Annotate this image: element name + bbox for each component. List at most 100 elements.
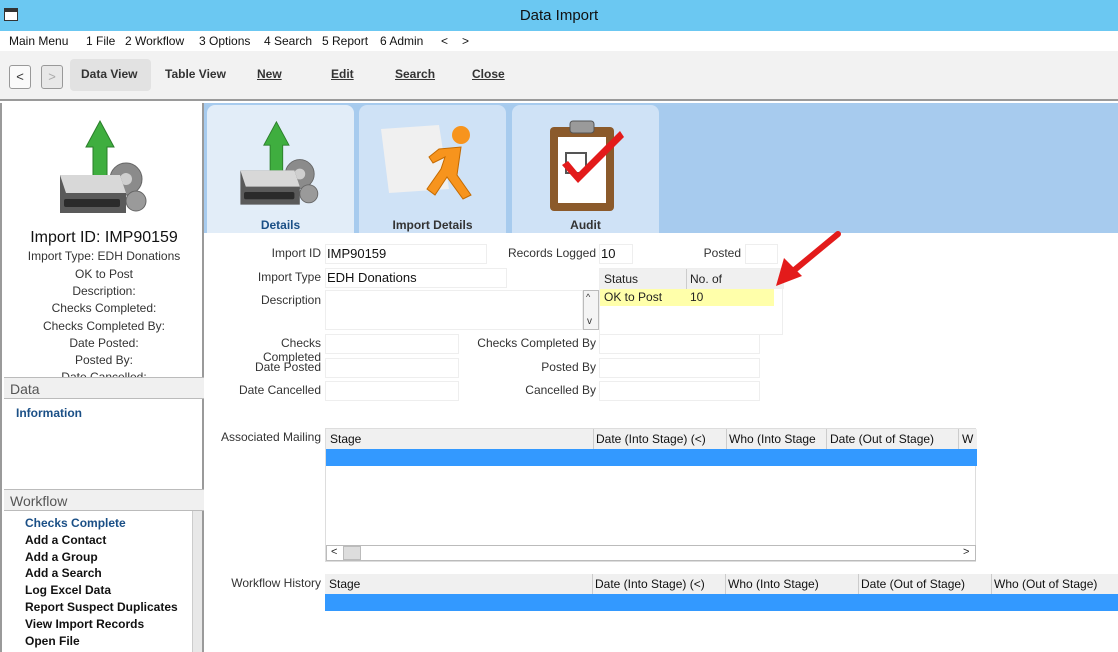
workflow-item-view-import-records[interactable]: View Import Records: [25, 617, 144, 631]
toolbar: < > Data View Table View New Edit Search…: [0, 51, 1118, 101]
data-section-header[interactable]: Data: [4, 377, 204, 399]
menu-scroll-right[interactable]: >: [462, 34, 469, 48]
workflow-item-checks-complete[interactable]: Checks Complete: [25, 516, 126, 530]
posted-by-field[interactable]: [599, 358, 760, 378]
forward-button[interactable]: >: [41, 65, 63, 89]
menu-main-menu[interactable]: Main Menu: [9, 34, 68, 48]
workflow-history-grid[interactable]: Stage Date (Into Stage) (<) Who (Into St…: [325, 574, 1118, 652]
status-row[interactable]: OK to Post 10: [600, 289, 774, 306]
summary-posted-by: Posted By:: [74, 353, 134, 367]
information-link[interactable]: Information: [16, 406, 82, 420]
menu-admin[interactable]: 6 Admin: [380, 34, 423, 48]
import-type-label: Import Type: [257, 270, 321, 284]
col-stage[interactable]: Stage: [329, 577, 360, 591]
tab-details[interactable]: Details: [207, 105, 354, 233]
import-id-label: Import ID: [271, 246, 321, 260]
workflow-item-log-excel-data[interactable]: Log Excel Data: [25, 583, 111, 597]
count-col-header[interactable]: No. of: [690, 272, 722, 286]
import-id-title: Import ID: IMP90159: [30, 229, 178, 246]
menu-workflow[interactable]: 2 Workflow: [125, 34, 184, 48]
date-posted-label: Date Posted: [254, 360, 321, 374]
menu-file[interactable]: 1 File: [86, 34, 115, 48]
status-col-header[interactable]: Status: [604, 272, 638, 286]
horizontal-scrollbar[interactable]: < >: [326, 545, 976, 561]
import-type-field[interactable]: EDH Donations: [325, 268, 507, 288]
workflow-section-header[interactable]: Workflow: [4, 489, 204, 511]
column-divider: [686, 269, 687, 289]
tab-import-details[interactable]: Import Details: [359, 105, 506, 233]
summary-checks-completed: Checks Completed:: [51, 301, 157, 315]
menu-report[interactable]: 5 Report: [322, 34, 368, 48]
menu-search[interactable]: 4 Search: [264, 34, 312, 48]
col-date-into-stage[interactable]: Date (Into Stage) (<): [596, 432, 706, 446]
import-id-field[interactable]: IMP90159: [325, 244, 487, 264]
window-title: Data Import: [519, 7, 599, 24]
summary-date-posted: Date Posted:: [69, 336, 139, 350]
checks-completed-by-field[interactable]: [599, 334, 760, 354]
associated-mailing-grid[interactable]: Stage Date (Into Stage) (<) Who (Into St…: [325, 428, 977, 562]
cancelled-by-label: Cancelled By: [525, 383, 596, 397]
col-date-out-stage[interactable]: Date (Out of Stage): [830, 432, 934, 446]
menu-options[interactable]: 3 Options: [199, 34, 250, 48]
summary-status: OK to Post: [74, 267, 134, 281]
posted-label: Posted: [703, 246, 741, 260]
running-man-icon: [381, 125, 472, 200]
selected-row[interactable]: [325, 594, 1118, 611]
tab-audit-label: Audit: [570, 218, 601, 232]
date-cancelled-label: Date Cancelled: [238, 383, 321, 397]
summary-panel: Import ID: IMP90159 Import Type: EDH Don…: [0, 103, 204, 652]
scroll-down-icon[interactable]: v: [587, 316, 592, 327]
back-button[interactable]: <: [9, 65, 31, 89]
scroll-up-icon[interactable]: ^: [586, 292, 590, 302]
menu-scroll-left[interactable]: <: [441, 34, 448, 48]
col-who-out-stage[interactable]: W: [962, 432, 973, 446]
col-who-into-stage[interactable]: Who (Into Stage): [728, 577, 819, 591]
workflow-scrollbar[interactable]: [192, 511, 202, 652]
workflow-history-label: Workflow History: [231, 576, 321, 590]
cancelled-by-field[interactable]: [599, 381, 760, 401]
summary-import-type: Import Type: EDH Donations: [27, 249, 181, 263]
col-who-into-stage[interactable]: Who (Into Stage: [729, 432, 816, 446]
description-scrollbar[interactable]: ^ v: [583, 290, 599, 330]
workflow-item-report-duplicates[interactable]: Report Suspect Duplicates: [25, 600, 178, 614]
checks-completed-by-label: Checks Completed By: [477, 336, 596, 350]
new-button[interactable]: New: [257, 67, 282, 81]
count-cell: 10: [690, 290, 704, 304]
menu-bar: Main Menu 1 File 2 Workflow 3 Options 4 …: [0, 31, 1118, 51]
scroll-thumb[interactable]: [343, 546, 361, 560]
date-cancelled-field[interactable]: [325, 381, 459, 401]
selected-row[interactable]: [326, 449, 977, 466]
col-date-into-stage[interactable]: Date (Into Stage) (<): [595, 577, 705, 591]
scroll-right-icon[interactable]: >: [963, 546, 969, 558]
workflow-item-add-group[interactable]: Add a Group: [25, 550, 98, 564]
data-view-button[interactable]: Data View: [81, 67, 137, 81]
col-stage[interactable]: Stage: [330, 432, 361, 446]
summary-checks-completed-by: Checks Completed By:: [42, 319, 166, 333]
annotation-arrow-icon: [776, 231, 841, 286]
col-who-out-stage[interactable]: Who (Out of Stage): [994, 577, 1097, 591]
status-table: Status No. of OK to Post 10: [599, 268, 784, 335]
workflow-item-add-search[interactable]: Add a Search: [25, 566, 102, 580]
checks-completed-field[interactable]: [325, 334, 459, 354]
associated-mailing-header: Stage Date (Into Stage) (<) Who (Into St…: [326, 429, 977, 449]
tab-details-label: Details: [260, 218, 301, 232]
title-bar: Data Import: [0, 0, 1118, 31]
search-button[interactable]: Search: [395, 67, 435, 81]
description-field[interactable]: [325, 290, 583, 330]
records-logged-field[interactable]: 10: [599, 244, 633, 264]
col-date-out-stage[interactable]: Date (Out of Stage): [861, 577, 965, 591]
close-button[interactable]: Close: [472, 67, 505, 81]
date-posted-field[interactable]: [325, 358, 459, 378]
tab-audit[interactable]: Audit: [512, 105, 659, 233]
edit-button[interactable]: Edit: [331, 67, 354, 81]
workflow-item-add-contact[interactable]: Add a Contact: [25, 533, 106, 547]
table-view-button[interactable]: Table View: [165, 67, 226, 81]
tab-import-details-label: Import Details: [392, 218, 473, 232]
workflow-item-open-file[interactable]: Open File: [25, 634, 80, 648]
clipboard-check-icon: [550, 120, 624, 211]
scroll-left-icon[interactable]: <: [331, 546, 337, 558]
associated-mailing-label: Associated Mailing: [220, 430, 321, 444]
workflow-history-header: Stage Date (Into Stage) (<) Who (Into St…: [325, 574, 1118, 594]
workflow-list: Checks Complete Add a Contact Add a Grou…: [4, 511, 202, 652]
import-data-icon: [60, 119, 147, 213]
